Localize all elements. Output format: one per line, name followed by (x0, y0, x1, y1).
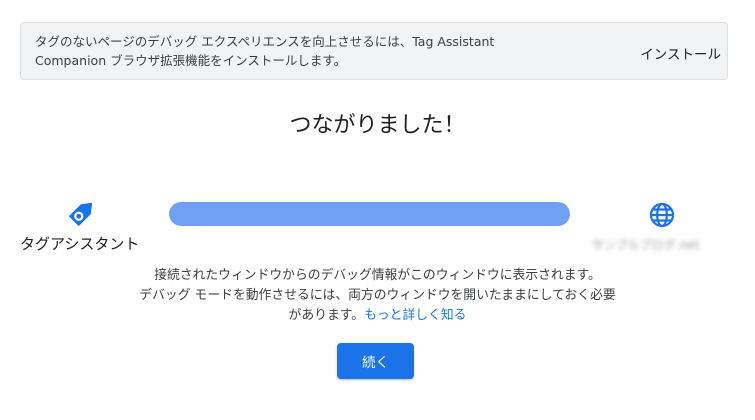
continue-button[interactable]: 続く (337, 343, 414, 379)
connection-progress-bar (169, 202, 570, 226)
tag-assistant-label: タグアシスタント (20, 235, 140, 253)
site-name-label: サンプルブログ.net (592, 238, 700, 252)
debug-description: 接続されたウィンドウからのデバッグ情報がこのウィンドウに表示されます。 デバッグ… (0, 266, 755, 326)
extension-banner: タグのないページのデバッグ エクスペリエンスを向上させるには、Tag Assis… (20, 22, 728, 80)
description-line3: があります。 (288, 308, 365, 323)
description-line1: 接続されたウィンドウからのデバッグ情報がこのウィンドウに表示されます。 (154, 268, 601, 283)
description-line2: デバッグ モードを動作させるには、両方のウィンドウを開いたままにしておく必要 (139, 288, 616, 303)
banner-message-line2: Companion ブラウザ拡張機能をインストールします。 (35, 53, 347, 68)
learn-more-link[interactable]: もっと詳しく知る (364, 308, 466, 323)
install-button[interactable]: インストール (640, 43, 721, 63)
globe-icon (649, 202, 675, 228)
progress-fill (169, 202, 570, 226)
banner-message-line1: タグのないページのデバッグ エクスペリエンスを向上させるには、Tag Assis… (35, 34, 495, 49)
tag-assistant-icon (68, 202, 93, 227)
banner-message: タグのないページのデバッグ エクスペリエンスを向上させるには、Tag Assis… (35, 32, 595, 70)
page-title: つながりました！ (289, 113, 466, 138)
